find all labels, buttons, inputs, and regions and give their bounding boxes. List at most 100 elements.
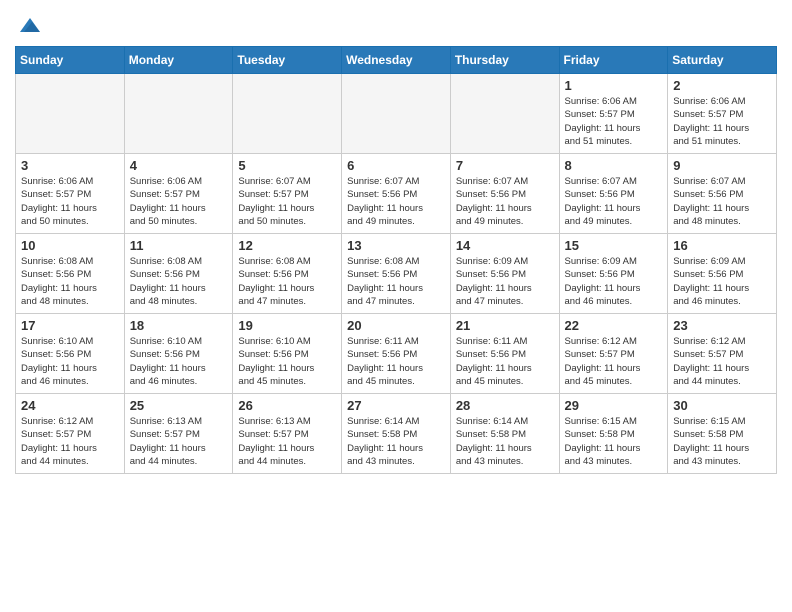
calendar-cell [342, 74, 451, 154]
day-number: 26 [238, 398, 336, 413]
day-number: 5 [238, 158, 336, 173]
calendar-cell: 2 Sunrise: 6:06 AMSunset: 5:57 PMDaylight… [668, 74, 777, 154]
day-number: 2 [673, 78, 771, 93]
weekday-header: Saturday [668, 47, 777, 74]
calendar-cell: 18 Sunrise: 6:10 AMSunset: 5:56 PMDayligh… [124, 314, 233, 394]
day-info: Sunrise: 6:15 AMSunset: 5:58 PMDaylight:… [673, 415, 771, 468]
logo [15, 18, 42, 38]
day-info: Sunrise: 6:07 AMSunset: 5:56 PMDaylight:… [347, 175, 445, 228]
calendar-header-row: SundayMondayTuesdayWednesdayThursdayFrid… [16, 47, 777, 74]
day-number: 28 [456, 398, 554, 413]
weekday-header: Friday [559, 47, 668, 74]
weekday-header: Sunday [16, 47, 125, 74]
day-number: 20 [347, 318, 445, 333]
calendar-cell [233, 74, 342, 154]
day-number: 6 [347, 158, 445, 173]
day-number: 13 [347, 238, 445, 253]
calendar-cell [124, 74, 233, 154]
day-info: Sunrise: 6:14 AMSunset: 5:58 PMDaylight:… [456, 415, 554, 468]
day-number: 30 [673, 398, 771, 413]
day-number: 21 [456, 318, 554, 333]
day-number: 8 [565, 158, 663, 173]
day-number: 14 [456, 238, 554, 253]
day-info: Sunrise: 6:06 AMSunset: 5:57 PMDaylight:… [565, 95, 663, 148]
day-number: 24 [21, 398, 119, 413]
calendar-cell: 10Sunrise: 6:08 AMSunset: 5:56 PMDayligh… [16, 234, 125, 314]
calendar-table: SundayMondayTuesdayWednesdayThursdayFrid… [15, 46, 777, 474]
day-number: 9 [673, 158, 771, 173]
calendar-cell: 6 Sunrise: 6:07 AMSunset: 5:56 PMDaylight… [342, 154, 451, 234]
calendar-cell: 26 Sunrise: 6:13 AMSunset: 5:57 PMDayligh… [233, 394, 342, 474]
day-info: Sunrise: 6:06 AMSunset: 5:57 PMDaylight:… [673, 95, 771, 148]
calendar-cell: 29Sunrise: 6:15 AMSunset: 5:58 PMDayligh… [559, 394, 668, 474]
day-info: Sunrise: 6:14 AMSunset: 5:58 PMDaylight:… [347, 415, 445, 468]
logo-icon [18, 14, 42, 38]
calendar-cell: 15Sunrise: 6:09 AMSunset: 5:56 PMDayligh… [559, 234, 668, 314]
day-number: 23 [673, 318, 771, 333]
day-info: Sunrise: 6:09 AMSunset: 5:56 PMDaylight:… [456, 255, 554, 308]
calendar-cell [450, 74, 559, 154]
day-number: 29 [565, 398, 663, 413]
day-info: Sunrise: 6:07 AMSunset: 5:56 PMDaylight:… [565, 175, 663, 228]
day-number: 4 [130, 158, 228, 173]
calendar-cell: 23 Sunrise: 6:12 AMSunset: 5:57 PMDayligh… [668, 314, 777, 394]
day-number: 11 [130, 238, 228, 253]
calendar-cell: 17 Sunrise: 6:10 AMSunset: 5:56 PMDayligh… [16, 314, 125, 394]
header [15, 10, 777, 38]
day-info: Sunrise: 6:12 AMSunset: 5:57 PMDaylight:… [565, 335, 663, 388]
day-number: 7 [456, 158, 554, 173]
calendar-week-row: 1 Sunrise: 6:06 AMSunset: 5:57 PMDaylight… [16, 74, 777, 154]
weekday-header: Wednesday [342, 47, 451, 74]
day-info: Sunrise: 6:08 AMSunset: 5:56 PMDaylight:… [238, 255, 336, 308]
calendar-cell: 8 Sunrise: 6:07 AMSunset: 5:56 PMDaylight… [559, 154, 668, 234]
day-number: 17 [21, 318, 119, 333]
calendar-cell: 20Sunrise: 6:11 AMSunset: 5:56 PMDayligh… [342, 314, 451, 394]
calendar-cell: 24 Sunrise: 6:12 AMSunset: 5:57 PMDayligh… [16, 394, 125, 474]
calendar-cell: 28 Sunrise: 6:14 AMSunset: 5:58 PMDayligh… [450, 394, 559, 474]
calendar-cell: 11Sunrise: 6:08 AMSunset: 5:56 PMDayligh… [124, 234, 233, 314]
calendar-cell: 1 Sunrise: 6:06 AMSunset: 5:57 PMDaylight… [559, 74, 668, 154]
calendar-week-row: 17 Sunrise: 6:10 AMSunset: 5:56 PMDayligh… [16, 314, 777, 394]
calendar-week-row: 3 Sunrise: 6:06 AMSunset: 5:57 PMDaylight… [16, 154, 777, 234]
day-info: Sunrise: 6:12 AMSunset: 5:57 PMDaylight:… [21, 415, 119, 468]
page: SundayMondayTuesdayWednesdayThursdayFrid… [0, 0, 792, 484]
calendar-cell: 19Sunrise: 6:10 AMSunset: 5:56 PMDayligh… [233, 314, 342, 394]
day-info: Sunrise: 6:09 AMSunset: 5:56 PMDaylight:… [565, 255, 663, 308]
day-info: Sunrise: 6:13 AMSunset: 5:57 PMDaylight:… [238, 415, 336, 468]
calendar-cell: 3 Sunrise: 6:06 AMSunset: 5:57 PMDaylight… [16, 154, 125, 234]
day-number: 3 [21, 158, 119, 173]
day-info: Sunrise: 6:12 AMSunset: 5:57 PMDaylight:… [673, 335, 771, 388]
day-number: 22 [565, 318, 663, 333]
calendar-cell: 30 Sunrise: 6:15 AMSunset: 5:58 PMDayligh… [668, 394, 777, 474]
day-number: 18 [130, 318, 228, 333]
day-info: Sunrise: 6:11 AMSunset: 5:56 PMDaylight:… [456, 335, 554, 388]
calendar-cell: 13 Sunrise: 6:08 AMSunset: 5:56 PMDayligh… [342, 234, 451, 314]
calendar-cell: 9 Sunrise: 6:07 AMSunset: 5:56 PMDaylight… [668, 154, 777, 234]
calendar-cell: 7Sunrise: 6:07 AMSunset: 5:56 PMDaylight… [450, 154, 559, 234]
day-number: 27 [347, 398, 445, 413]
calendar-cell: 4 Sunrise: 6:06 AMSunset: 5:57 PMDaylight… [124, 154, 233, 234]
calendar-cell [16, 74, 125, 154]
calendar-cell: 22 Sunrise: 6:12 AMSunset: 5:57 PMDayligh… [559, 314, 668, 394]
day-number: 19 [238, 318, 336, 333]
day-number: 1 [565, 78, 663, 93]
calendar-cell: 14 Sunrise: 6:09 AMSunset: 5:56 PMDayligh… [450, 234, 559, 314]
day-number: 10 [21, 238, 119, 253]
day-info: Sunrise: 6:06 AMSunset: 5:57 PMDaylight:… [130, 175, 228, 228]
day-number: 12 [238, 238, 336, 253]
day-info: Sunrise: 6:07 AMSunset: 5:56 PMDaylight:… [673, 175, 771, 228]
calendar-cell: 25Sunrise: 6:13 AMSunset: 5:57 PMDayligh… [124, 394, 233, 474]
weekday-header: Monday [124, 47, 233, 74]
day-info: Sunrise: 6:10 AMSunset: 5:56 PMDaylight:… [21, 335, 119, 388]
calendar-cell: 16Sunrise: 6:09 AMSunset: 5:56 PMDayligh… [668, 234, 777, 314]
weekday-header: Thursday [450, 47, 559, 74]
day-info: Sunrise: 6:10 AMSunset: 5:56 PMDaylight:… [130, 335, 228, 388]
calendar-cell: 12 Sunrise: 6:08 AMSunset: 5:56 PMDayligh… [233, 234, 342, 314]
day-number: 25 [130, 398, 228, 413]
calendar-cell: 27 Sunrise: 6:14 AMSunset: 5:58 PMDayligh… [342, 394, 451, 474]
calendar-week-row: 24 Sunrise: 6:12 AMSunset: 5:57 PMDayligh… [16, 394, 777, 474]
day-info: Sunrise: 6:08 AMSunset: 5:56 PMDaylight:… [347, 255, 445, 308]
day-info: Sunrise: 6:06 AMSunset: 5:57 PMDaylight:… [21, 175, 119, 228]
calendar-week-row: 10 Sunrise: 6:08 AMSunset: 5:56 PMDayligh… [16, 234, 777, 314]
day-info: Sunrise: 6:07 AMSunset: 5:57 PMDaylight:… [238, 175, 336, 228]
